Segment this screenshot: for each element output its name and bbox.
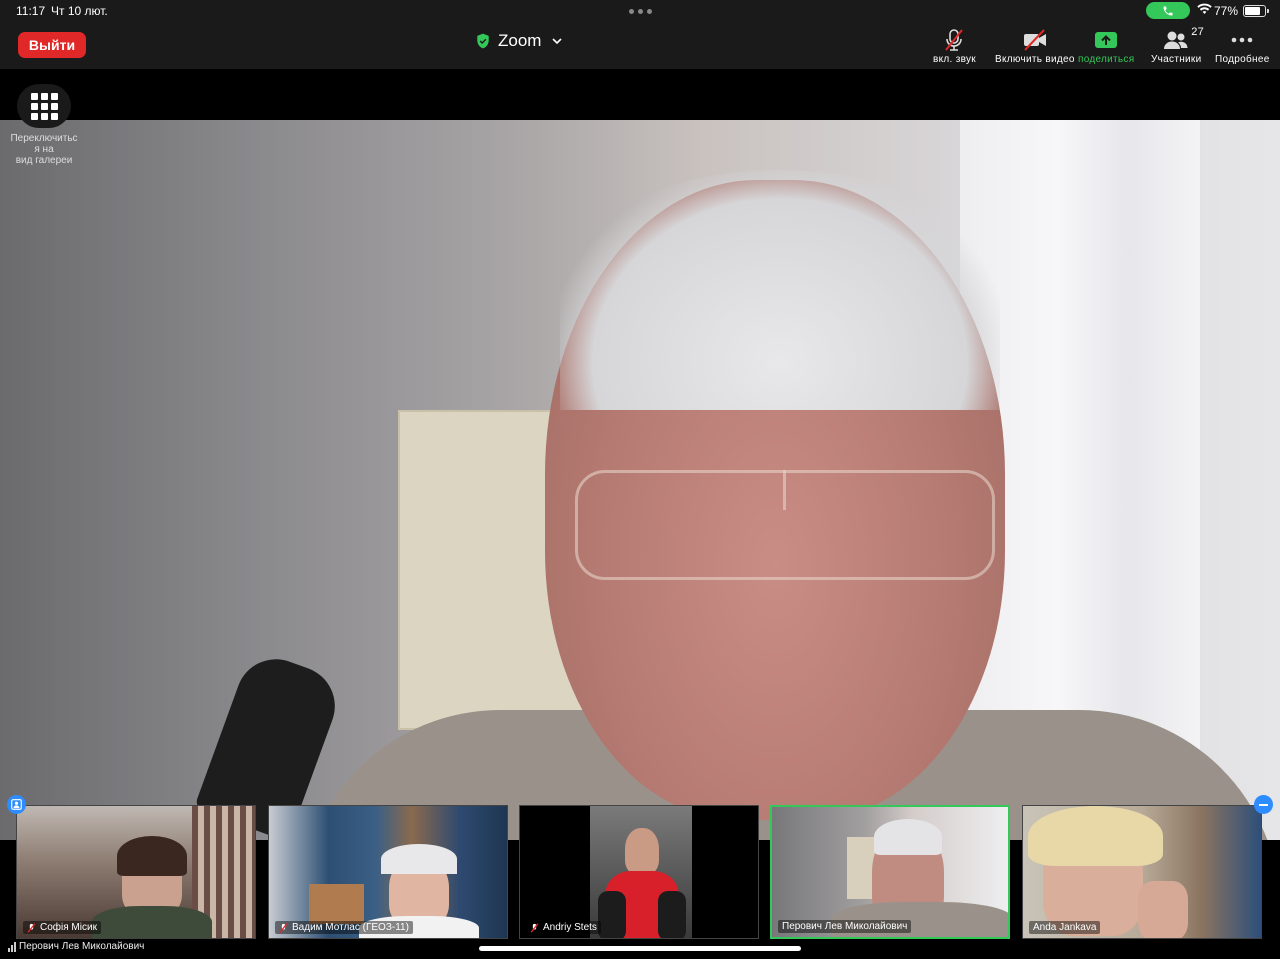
participant-thumbnail[interactable]: Софія Місик [16, 805, 256, 939]
phone-icon [1163, 6, 1173, 15]
active-speaker-name: Перович Лев Миколайович [19, 941, 145, 952]
multitasking-dots-icon[interactable] [629, 9, 652, 14]
mic-muted-icon [945, 29, 964, 51]
participants-label: Участники [1151, 54, 1202, 65]
participants-icon [1164, 31, 1188, 49]
participant-thumbnail[interactable]: Anda Jankava [1022, 805, 1262, 939]
participant-name: Вадим Мотлас (ГЕОЗ-11) [275, 921, 413, 934]
participant-name: Софія Місик [23, 921, 101, 934]
gallery-label-line3: вид галереи [15, 155, 73, 166]
participants-count: 27 [1191, 26, 1205, 38]
minus-icon [1259, 803, 1268, 806]
unmute-audio-button[interactable]: вкл. звук [933, 26, 976, 65]
share-label: поделиться [1078, 54, 1135, 65]
switch-to-gallery-button[interactable]: Переключитьс я на вид галереи [8, 84, 80, 166]
mic-muted-icon [27, 922, 36, 933]
shield-check-icon [477, 33, 489, 49]
pin-video-button[interactable] [7, 795, 26, 814]
home-indicator[interactable] [479, 946, 801, 951]
active-speaker-label: Перович Лев Миколайович [8, 941, 144, 952]
meeting-title-dropdown[interactable]: Zoom [476, 31, 563, 51]
participant-name: Перович Лев Миколайович [778, 920, 912, 933]
video-off-icon [1023, 29, 1046, 51]
battery-percent: 77% [1214, 4, 1239, 18]
share-screen-button[interactable]: поделиться [1078, 26, 1134, 65]
active-speaker-video[interactable] [0, 120, 1280, 840]
person-square-icon [11, 799, 22, 810]
signal-bars-icon [8, 941, 16, 952]
video-label: Включить видео [995, 54, 1075, 65]
meeting-title: Zoom [498, 31, 542, 50]
wifi-icon [1197, 3, 1212, 15]
participant-thumbnail[interactable]: Вадим Мотлас (ГЕОЗ-11) [268, 805, 508, 939]
hide-thumbnails-button[interactable] [1254, 795, 1273, 814]
participant-name: Anda Jankava [1029, 921, 1101, 934]
audio-label: вкл. звук [933, 54, 976, 65]
more-button[interactable]: Подробнее [1215, 26, 1270, 65]
speaker-hair [560, 170, 1000, 410]
gallery-grid-icon [30, 92, 58, 120]
chevron-down-icon [552, 38, 563, 45]
more-label: Подробнее [1215, 54, 1270, 65]
meeting-toolbar: Выйти Zoom вкл. звук Включить видео поде… [0, 22, 1280, 69]
speaker-glasses [575, 470, 995, 580]
participant-name: Andriy Stets [526, 921, 601, 934]
status-bar: 11:17 Чт 10 лют. 77% [0, 0, 1280, 22]
participant-thumbnail[interactable]: Andriy Stets [519, 805, 759, 939]
mic-muted-icon [530, 922, 539, 933]
start-video-button[interactable]: Включить видео [995, 26, 1075, 65]
status-date: Чт 10 лют. [51, 4, 108, 18]
battery-icon [1243, 5, 1269, 17]
leave-button[interactable]: Выйти [18, 32, 86, 58]
share-upload-icon [1095, 32, 1118, 48]
mic-muted-icon [279, 922, 288, 933]
participant-thumbnail-active[interactable]: Перович Лев Миколайович [770, 805, 1010, 939]
more-dots-icon [1231, 37, 1253, 43]
gallery-label-line1: Переключитьс [10, 133, 78, 144]
participants-button[interactable]: 27 Участники [1151, 26, 1205, 65]
status-time: 11:17 [16, 4, 46, 18]
active-call-pill[interactable] [1146, 2, 1190, 19]
gallery-label-line2: я на [34, 144, 54, 155]
